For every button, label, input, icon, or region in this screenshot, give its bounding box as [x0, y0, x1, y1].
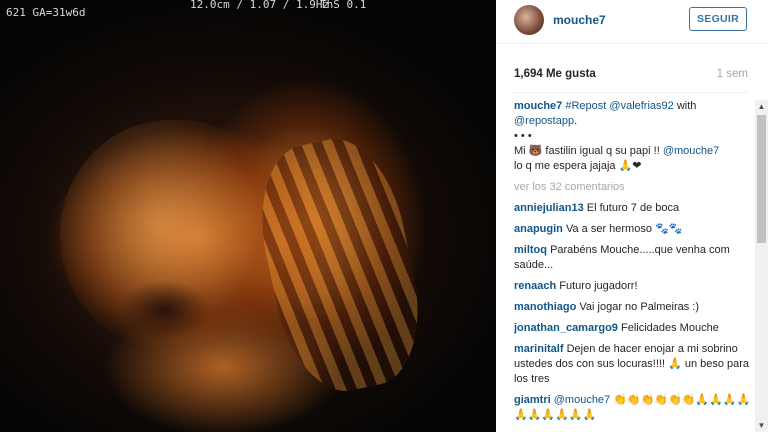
comment-username[interactable]: giamtri [514, 394, 551, 406]
caption: mouche7 #Repost @valefrias92 with @repos… [514, 99, 752, 174]
post-photo[interactable]: 621 GA=31w6d 12.0cm / 1.07 / 1.9Hz ThS 0… [0, 0, 496, 432]
caption-period: . [574, 115, 578, 127]
ultrasound-overlay-center: 12.0cm / 1.07 / 1.9Hz [190, 0, 330, 11]
comment-item: jonathan_camargo9 Felicidades Mouche [514, 321, 752, 336]
comment-mention[interactable]: @mouche7 [554, 394, 610, 406]
comment-username[interactable]: miltoq [514, 244, 547, 256]
comment-item: manothiago Vai jogar no Palmeiras :) [514, 300, 752, 315]
comment-text: Va a ser hermoso 🐾🐾 [565, 223, 683, 235]
ultrasound-hand-shape [245, 128, 435, 402]
follow-button[interactable]: SEGUIR [689, 7, 747, 31]
ultrasound-shadow [120, 280, 210, 340]
comment-item: renaach Futuro jugadorr! [514, 279, 752, 294]
ultrasound-overlay-right: ThS 0.1 [320, 0, 367, 11]
post-time[interactable]: 1 sem [717, 68, 748, 80]
caption-mention-repostapp[interactable]: @repostapp [514, 115, 574, 127]
divider [514, 92, 748, 93]
comment-text: El futuro 7 de boca [586, 202, 680, 214]
comments-list: mouche7 #Repost @valefrias92 with @repos… [514, 99, 752, 432]
comment-text: Futuro jugadorr! [559, 280, 638, 292]
comment-text: Parabéns Mouche.....que venha com saúde.… [514, 244, 730, 271]
comment-username[interactable]: manothiago [514, 301, 576, 313]
caption-text-end: lo q me espera jajaja 🙏❤ [514, 160, 642, 172]
comment-item: anapugin Va a ser hermoso 🐾🐾 [514, 222, 752, 237]
scrollbar-thumb[interactable] [757, 115, 766, 243]
likes-count[interactable]: 1,694 Me gusta [514, 68, 596, 80]
caption-text: Mi 🐻 fastilin igual q su papi !! [514, 145, 660, 157]
caption-hashtag[interactable]: #Repost [565, 100, 606, 112]
username-link[interactable]: mouche7 [553, 13, 606, 27]
comment-item: miltoq Parabéns Mouche.....que venha com… [514, 243, 752, 273]
comment-username[interactable]: jonathan_camargo9 [514, 322, 618, 334]
caption-mention-mouche7[interactable]: @mouche7 [663, 145, 719, 157]
caption-mention-valefrias92[interactable]: @valefrias92 [609, 100, 673, 112]
comment-username[interactable]: renaach [514, 280, 556, 292]
comment-item: marinitalf Dejen de hacer enojar a mi so… [514, 342, 752, 387]
post-header: mouche7 SEGUIR [496, 0, 768, 44]
comment-item: anniejulian13 El futuro 7 de boca [514, 201, 752, 216]
view-more-comments-link[interactable]: ver los 32 comentarios [514, 180, 752, 195]
scroll-down-arrow-icon[interactable]: ▼ [755, 419, 768, 432]
comment-username[interactable]: anapugin [514, 223, 563, 235]
avatar[interactable] [514, 5, 544, 35]
caption-dots: • • • [514, 130, 532, 142]
comment-text: Felicidades Mouche [620, 322, 719, 334]
comment-username[interactable]: marinitalf [514, 343, 564, 355]
caption-username[interactable]: mouche7 [514, 100, 562, 112]
comment-text: Vai jogar no Palmeiras :) [579, 301, 700, 313]
comment-username[interactable]: anniejulian13 [514, 202, 584, 214]
comments-scrollbar[interactable]: ▲ ▼ [755, 100, 768, 432]
caption-with: with [676, 100, 697, 112]
scroll-up-arrow-icon[interactable]: ▲ [755, 100, 768, 113]
comment-item: giamtri @mouche7 👏👏👏👏👏👏🙏🙏🙏🙏🙏🙏🙏🙏🙏🙏 [514, 393, 752, 423]
post-side-panel: mouche7 SEGUIR 1,694 Me gusta 1 sem mouc… [496, 0, 768, 432]
ultrasound-overlay-left: 621 GA=31w6d [6, 6, 86, 19]
